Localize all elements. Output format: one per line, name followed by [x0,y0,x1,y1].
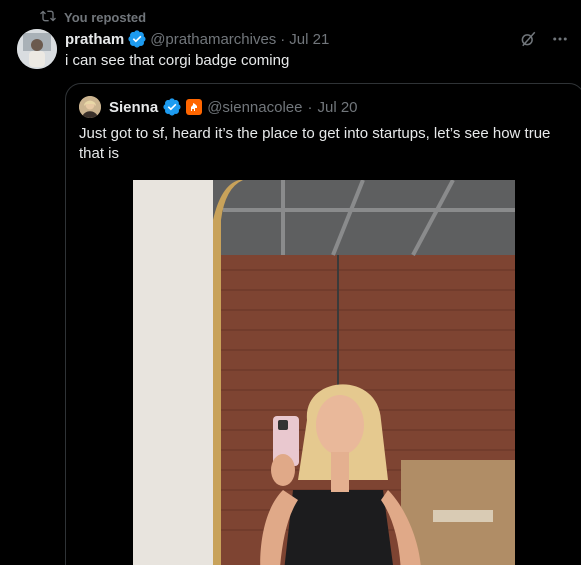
verified-icon [128,30,146,48]
verified-icon [163,98,181,116]
author-name[interactable]: pratham [65,31,124,48]
repost-icon [40,8,56,27]
repost-label: You reposted [64,10,147,25]
quoted-tweet-date: Jul 20 [317,98,358,116]
tweet-actions [519,30,569,48]
tweet-date[interactable]: Jul 21 [289,31,329,48]
quoted-tweet-text: Just got to sf, heard it’s the place to … [79,125,551,162]
tweet-text: i can see that corgi badge coming [65,52,290,69]
avatar[interactable] [17,29,57,69]
grok-icon[interactable] [519,30,537,48]
tweet-header: pratham @prathamarchives · Jul 21 [65,30,329,48]
quoted-tweet-header: Sienna @siennacolee · Jul 20 [79,96,358,118]
more-icon[interactable] [551,30,569,48]
quoted-tweet-photo[interactable] [133,180,515,565]
separator-dot: · [307,98,313,116]
timeline: You reposted pratham @prathamarchives · … [0,0,581,565]
repost-indicator[interactable]: You reposted [40,8,146,27]
quoted-author-name: Sienna [109,98,159,116]
author-handle[interactable]: @prathamarchives [150,31,276,48]
quoted-author-handle: @siennacolee [207,98,303,116]
quoted-avatar [79,96,101,118]
affiliate-badge-icon [186,99,203,115]
separator-dot: · [280,30,286,48]
quoted-tweet[interactable]: Sienna @siennacolee · Jul 20 Just got to… [65,83,581,565]
